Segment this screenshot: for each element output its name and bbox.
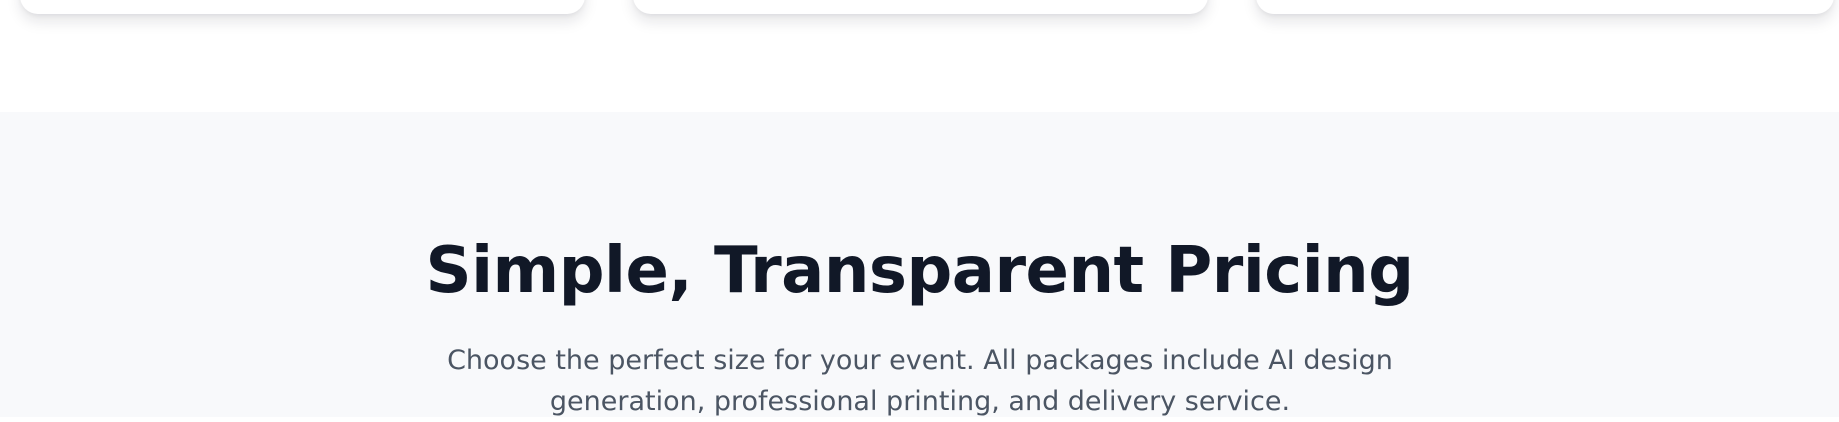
- pricing-section: Simple, Transparent Pricing Choose the p…: [0, 112, 1839, 417]
- pricing-subtitle: Choose the perfect size for your event. …: [447, 345, 1393, 417]
- previous-section: [0, 0, 1839, 112]
- feature-card: [20, 0, 585, 14]
- feature-card: [1256, 0, 1834, 14]
- pricing-title: Simple, Transparent Pricing: [425, 234, 1414, 308]
- feature-card: [633, 0, 1208, 14]
